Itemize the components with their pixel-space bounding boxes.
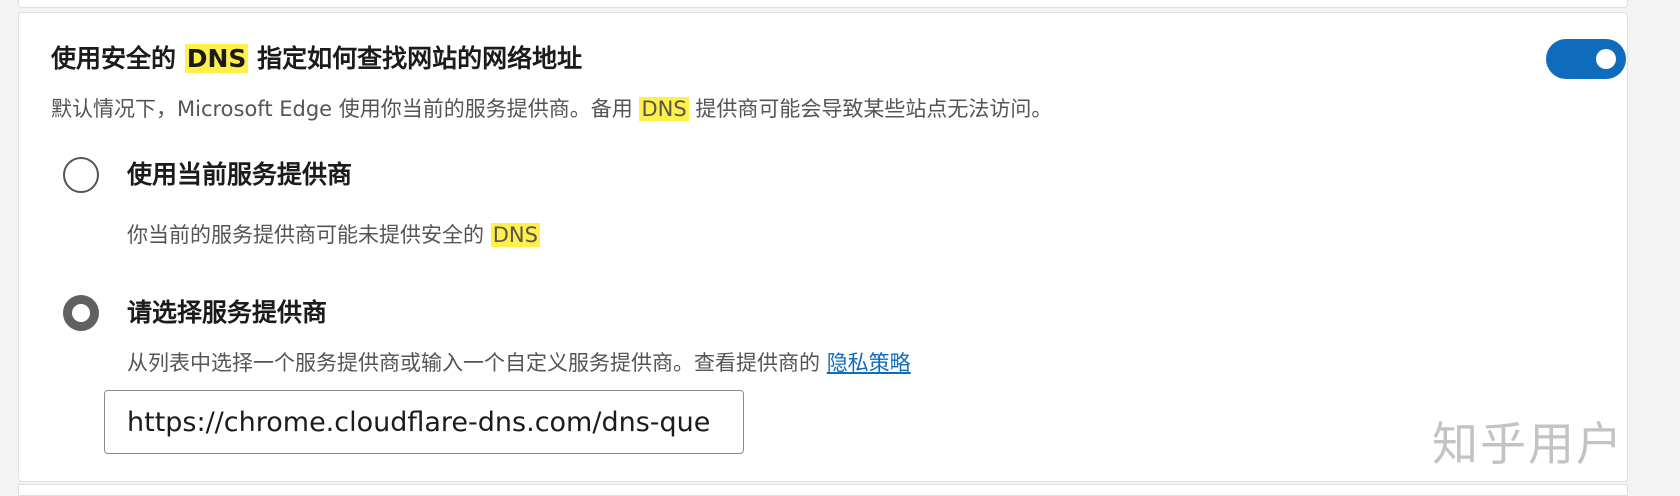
privacy-policy-link[interactable]: 隐私策略	[827, 351, 911, 375]
description-highlight: DNS	[639, 97, 689, 121]
option-2-desc-text: 从列表中选择一个服务提供商或输入一个自定义服务提供商。查看提供商的	[127, 351, 820, 375]
title-prefix: 使用安全的	[51, 44, 177, 73]
option-choose-provider-label[interactable]: 请选择服务提供商	[127, 295, 327, 331]
option-1-desc-highlight: DNS	[490, 223, 540, 247]
dns-provider-url-input[interactable]	[104, 390, 744, 454]
radio-choose-provider[interactable]	[63, 295, 99, 331]
next-card-edge	[18, 484, 1628, 496]
watermark-text: 知乎用户	[1432, 417, 1624, 471]
option-use-current-provider-desc: 你当前的服务提供商可能未提供安全的 DNS	[127, 219, 540, 251]
toggle-knob	[1596, 49, 1616, 69]
option-1-desc-text: 你当前的服务提供商可能未提供安全的	[127, 223, 484, 247]
description-suffix: 提供商可能会导致某些站点无法访问。	[695, 97, 1053, 121]
title-suffix: 指定如何查找网站的网络地址	[257, 44, 583, 73]
secure-dns-toggle[interactable]	[1546, 39, 1626, 79]
option-use-current-provider-label[interactable]: 使用当前服务提供商	[127, 157, 352, 193]
radio-use-current-provider[interactable]	[63, 157, 99, 193]
option-choose-provider-desc: 从列表中选择一个服务提供商或输入一个自定义服务提供商。查看提供商的 隐私策略	[127, 347, 911, 379]
previous-card-edge	[18, 0, 1628, 8]
secure-dns-description: 默认情况下，Microsoft Edge 使用你当前的服务提供商。备用 DNS …	[51, 93, 1052, 125]
title-highlight: DNS	[184, 44, 249, 73]
secure-dns-title: 使用安全的 DNS 指定如何查找网站的网络地址	[51, 41, 582, 77]
description-prefix: 默认情况下，Microsoft Edge 使用你当前的服务提供商。备用	[51, 97, 633, 121]
